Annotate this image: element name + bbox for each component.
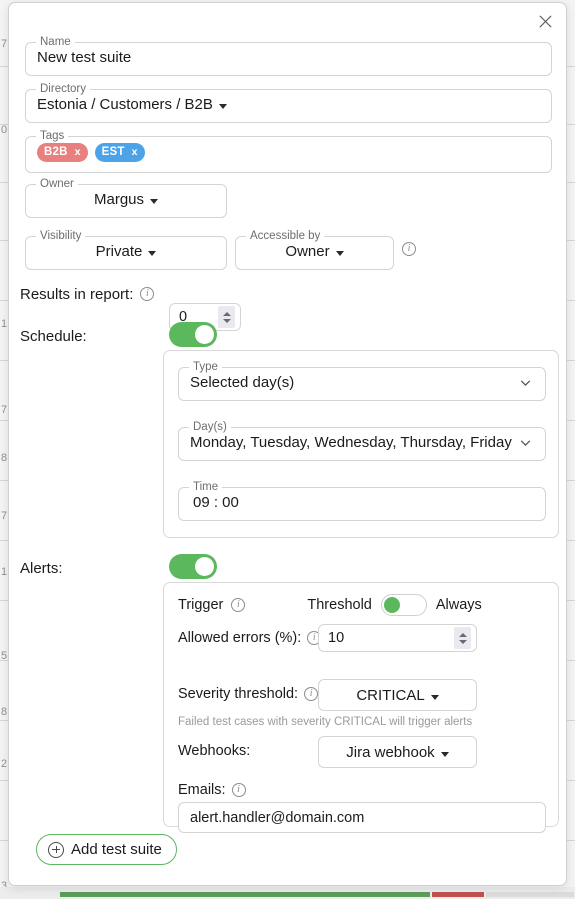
severity-hint: Failed test cases with severity CRITICAL… <box>178 716 473 728</box>
schedule-days-field[interactable]: Day(s) Monday, Tuesday, Wednesday, Thurs… <box>178 421 546 461</box>
backdrop-row-number: 7 <box>1 404 8 416</box>
webhooks-label: Webhooks: <box>178 743 251 759</box>
tag-remove-icon[interactable]: x <box>75 146 81 158</box>
backdrop-row-number: 5 <box>1 650 8 662</box>
schedule-time-value[interactable]: 09 : 00 <box>179 494 545 520</box>
alerts-label: Alerts: <box>20 559 63 577</box>
results-in-report-label: Results in report: <box>20 285 134 303</box>
backdrop-row-number: 7 <box>1 38 8 50</box>
visibility-label: Visibility <box>40 230 82 242</box>
alerts-row: Alerts: <box>20 553 270 583</box>
accessible-by-info-icon[interactable]: i <box>402 242 416 256</box>
backdrop-row-number: 7 <box>1 510 8 522</box>
tag-remove-icon[interactable]: x <box>132 146 138 158</box>
backdrop-row-number: 1 <box>1 566 8 578</box>
schedule-type-value: Selected day(s) <box>190 373 295 391</box>
owner-field[interactable]: Owner Margus <box>25 178 227 218</box>
webhooks-dropdown[interactable]: Jira webhook <box>318 736 477 768</box>
trigger-row: Trigger i Threshold Always <box>178 594 546 616</box>
tag-chip[interactable]: B2B x <box>37 142 88 162</box>
threshold-toggle[interactable] <box>380 594 427 616</box>
backdrop-row-number: 8 <box>1 452 8 464</box>
accessible-by-value: Owner <box>285 242 330 260</box>
chevron-down-icon <box>335 250 344 256</box>
tags-field[interactable]: Tags B2B x EST x <box>25 130 552 173</box>
severity-threshold-label: Severity threshold: <box>178 686 299 702</box>
allowed-errors-label: Allowed errors (%): <box>178 630 302 646</box>
schedule-label: Schedule: <box>20 327 87 345</box>
chevron-down-icon <box>440 751 449 757</box>
backdrop-row-number: 8 <box>1 706 8 718</box>
chevron-down-icon <box>520 439 531 446</box>
schedule-days-value: Monday, Tuesday, Wednesday, Thursday, Fr… <box>190 433 512 451</box>
backdrop-row-number: 1 <box>1 318 8 330</box>
emails-info-icon[interactable]: i <box>231 783 246 797</box>
tag-chip-label: EST <box>101 146 125 158</box>
threshold-state-label: Always <box>435 597 482 613</box>
schedule-type-field[interactable]: Type Selected day(s) <box>178 361 546 401</box>
tags-label: Tags <box>40 130 65 142</box>
webhooks-value: Jira webhook <box>346 743 435 761</box>
name-label: Name <box>40 36 71 48</box>
trigger-info-icon[interactable]: i <box>231 598 246 612</box>
chevron-down-icon <box>218 103 227 109</box>
results-in-report-info-icon[interactable]: i <box>140 287 155 301</box>
schedule-time-field[interactable]: Time 09 : 00 <box>178 481 546 521</box>
visibility-value: Private <box>95 242 143 260</box>
name-value[interactable]: New test suite <box>26 49 551 75</box>
webhooks-row: Webhooks: <box>178 740 318 762</box>
emails-input[interactable] <box>190 809 534 826</box>
close-icon[interactable] <box>532 8 558 34</box>
schedule-row: Schedule: <box>20 321 270 351</box>
allowed-errors-stepper-arrows[interactable] <box>454 627 471 649</box>
tag-chip-list: B2B x EST x <box>37 142 145 162</box>
chevron-down-icon <box>430 694 439 700</box>
chevron-down-icon <box>520 379 531 386</box>
schedule-days-label: Day(s) <box>193 421 227 433</box>
alerts-panel: Trigger i Threshold Always Allowed error… <box>163 582 559 833</box>
tag-chip-label: B2B <box>44 146 68 158</box>
accessible-by-label: Accessible by <box>250 230 321 242</box>
add-test-suite-label: Add test suite <box>71 841 162 858</box>
visibility-field[interactable]: Visibility Private <box>25 230 227 270</box>
chevron-down-icon <box>148 250 157 256</box>
backdrop-row-number: 0 <box>1 124 8 136</box>
plus-circle-icon <box>48 841 64 858</box>
schedule-toggle[interactable] <box>169 322 217 347</box>
allowed-errors-input[interactable] <box>328 630 454 646</box>
emails-label: Emails: <box>178 782 226 798</box>
directory-field[interactable]: Directory Estonia / Customers / B2B <box>25 83 552 123</box>
owner-value: Margus <box>93 190 145 208</box>
schedule-panel: Type Selected day(s) Day(s) Monday, Tues… <box>163 350 559 538</box>
tag-chip[interactable]: EST x <box>94 142 145 162</box>
severity-threshold-info-icon[interactable]: i <box>304 687 319 701</box>
emails-row: Emails: i <box>178 780 378 800</box>
accessible-by-field[interactable]: Accessible by Owner <box>235 230 394 270</box>
directory-value: Estonia / Customers / B2B <box>37 95 213 113</box>
name-field[interactable]: Name New test suite <box>25 36 552 76</box>
allowed-errors-stepper[interactable] <box>318 624 477 652</box>
threshold-label: Threshold <box>307 597 372 613</box>
trigger-label: Trigger <box>178 597 224 613</box>
emails-field[interactable] <box>178 802 546 833</box>
directory-label: Directory <box>40 83 87 95</box>
owner-label: Owner <box>40 178 74 190</box>
schedule-type-label: Type <box>193 361 218 373</box>
chevron-down-icon <box>150 198 159 204</box>
alerts-toggle[interactable] <box>169 554 217 579</box>
backdrop-row-number: 2 <box>1 758 8 770</box>
schedule-time-label: Time <box>193 481 219 493</box>
severity-threshold-value: CRITICAL <box>356 686 425 704</box>
test-suite-dialog: Name New test suite Directory Estonia / … <box>8 2 567 886</box>
severity-threshold-dropdown[interactable]: CRITICAL <box>318 679 477 711</box>
add-test-suite-button[interactable]: Add test suite <box>36 834 177 865</box>
